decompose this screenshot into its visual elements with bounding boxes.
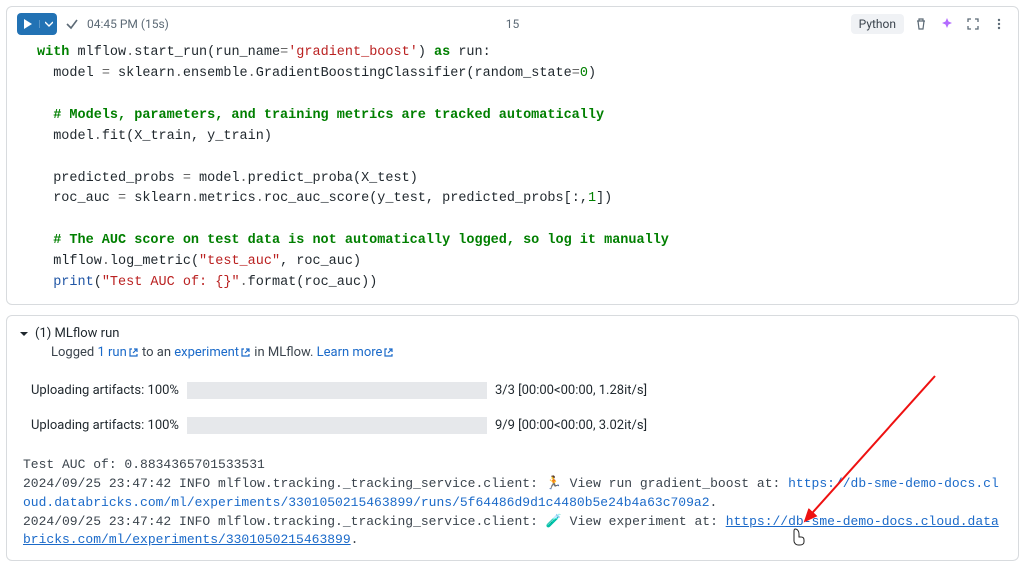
kebab-menu-icon[interactable]	[990, 15, 1008, 33]
progress-stats: 3/3 [00:00<00:00, 1.28it/s]	[495, 383, 647, 398]
console-output: Test AUC of: 0.8834365701533531 2024/09/…	[23, 452, 1006, 550]
cell-number: 15	[506, 17, 520, 31]
run-timestamp: 04:45 PM (15s)	[87, 17, 169, 31]
progress-label: Uploading artifacts: 100%	[31, 383, 179, 398]
progress-stats: 9/9 [00:00<00:00, 3.02it/s]	[495, 418, 647, 433]
progress-row: Uploading artifacts: 100% 3/3 [00:00<00:…	[31, 382, 1006, 399]
expand-icon[interactable]	[964, 15, 982, 33]
run-link[interactable]: 1 run	[97, 345, 138, 360]
code-editor[interactable]: with mlflow.start_run(run_name='gradient…	[7, 41, 1018, 304]
language-selector[interactable]: Python	[851, 14, 904, 34]
cell-toolbar: 04:45 PM (15s) 15 Python	[7, 7, 1018, 41]
run-button[interactable]	[17, 13, 57, 35]
trash-icon[interactable]	[912, 15, 930, 33]
code-cell: 04:45 PM (15s) 15 Python with mlflow.sta…	[6, 6, 1019, 305]
run-menu-caret-icon[interactable]	[39, 20, 57, 28]
progress-label: Uploading artifacts: 100%	[31, 418, 179, 433]
play-icon	[17, 19, 39, 29]
external-link-icon	[383, 347, 394, 358]
experiment-link[interactable]: experiment	[174, 345, 251, 360]
external-link-icon	[128, 347, 139, 358]
ai-assist-icon[interactable]	[938, 15, 956, 33]
collapse-caret-icon[interactable]	[19, 329, 29, 339]
status-check-icon	[65, 17, 79, 31]
output-panel: (1) MLflow run Logged 1 run to an experi…	[6, 315, 1019, 561]
output-title: (1) MLflow run	[35, 326, 119, 341]
output-header[interactable]: (1) MLflow run	[7, 316, 1018, 345]
output-body: Uploading artifacts: 100% 3/3 [00:00<00:…	[7, 370, 1018, 560]
progress-row: Uploading artifacts: 100% 9/9 [00:00<00:…	[31, 417, 1006, 434]
output-subheader: Logged 1 run to an experiment in MLflow.…	[7, 345, 1018, 370]
learn-more-link[interactable]: Learn more	[317, 345, 395, 360]
progress-bar	[187, 417, 487, 434]
progress-bar	[187, 382, 487, 399]
external-link-icon	[240, 347, 251, 358]
